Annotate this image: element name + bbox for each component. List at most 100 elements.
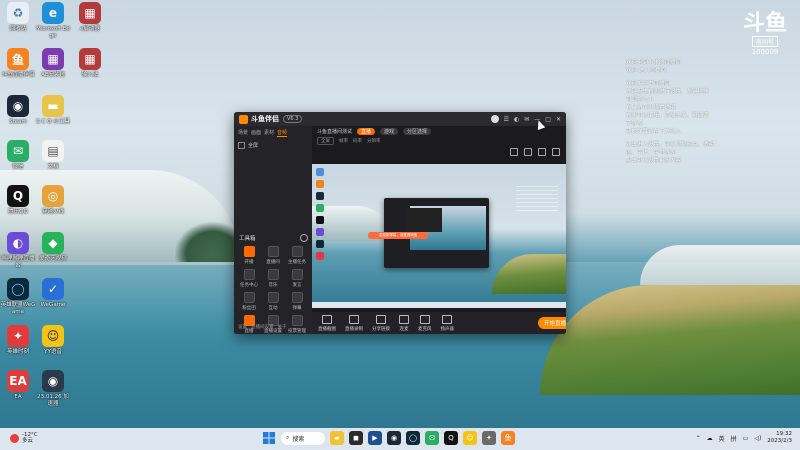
desktop-icon[interactable]: ▦ 输入法 (72, 48, 108, 79)
wechat-icon[interactable]: ✉ (425, 431, 439, 445)
live-tag[interactable]: 直播 (357, 127, 376, 135)
stream-preview[interactable]: 发现新弹幕，设置透明度 (312, 164, 566, 308)
tool-item[interactable]: 开播 (237, 246, 261, 265)
stream-setting[interactable]: 帧率 (339, 138, 348, 144)
desktop-icon[interactable]: Q 腾讯QQ (0, 185, 36, 216)
app-title: 斗鱼伴侣 (251, 115, 279, 123)
desktop-icon[interactable]: e Microsoft Edge (35, 2, 71, 40)
stream-setting[interactable]: 分辨率 (367, 138, 381, 144)
desktop-icon[interactable]: ☺ YY语音 (35, 325, 71, 356)
desktop-icon[interactable]: ▦ AE安装包 (35, 48, 71, 79)
desktop-icon[interactable]: ◎ 穿越火线 (35, 185, 71, 216)
room-title[interactable]: 斗鱼直播间测试 (317, 128, 352, 135)
tool-item[interactable]: 主播任务 (285, 246, 309, 265)
action-button[interactable]: 直播录制 (345, 314, 363, 332)
volume-icon[interactable]: ◁) (754, 435, 761, 442)
action-button[interactable]: 分享链接 (372, 314, 390, 332)
tab-1[interactable]: 画面 (251, 129, 261, 137)
tools-icon[interactable]: ✦ (482, 431, 496, 445)
checkbox-icon[interactable] (238, 142, 245, 149)
yy-icon[interactable]: ☺ (463, 431, 477, 445)
tab-3[interactable]: 音频 (277, 129, 288, 137)
stream-setting[interactable]: 全屏 (317, 136, 334, 145)
tool-item[interactable]: 投票管理 (285, 315, 309, 334)
scene-item[interactable]: 全屏 (238, 142, 308, 149)
lock-icon[interactable] (524, 148, 532, 156)
douyu-icon[interactable]: 鱼 (501, 431, 515, 445)
game-client-icon[interactable]: ◯ (406, 431, 420, 445)
file-explorer-icon[interactable]: ▰ (330, 431, 344, 445)
toolbox-settings-icon[interactable] (300, 234, 308, 242)
app-icon: ◆ (42, 232, 64, 254)
start-button[interactable] (262, 431, 276, 445)
desktop-icon[interactable]: ◉ 23.01.26 加速器 (35, 370, 71, 408)
category-select[interactable]: 分区选择 (403, 127, 432, 135)
action-button[interactable]: 直播截图 (318, 314, 336, 332)
stream-setting[interactable]: 码率 (353, 138, 362, 144)
tool-item[interactable]: 直播间 (261, 246, 285, 265)
desktop-icon[interactable]: 鱼斗鱼直播伴侣 (0, 48, 36, 79)
footer-link[interactable]: 关于 (278, 324, 287, 330)
action-button[interactable]: 扬声器 (441, 314, 454, 332)
tool-item[interactable]: 粉丝团 (237, 292, 261, 311)
skin-icon[interactable]: ◐ (514, 116, 519, 123)
cloud-icon[interactable]: ☁ (707, 435, 713, 442)
weather-icon (10, 433, 19, 443)
start-live-button[interactable]: 开始直播 (537, 317, 566, 329)
mail-icon[interactable]: ✉ (524, 116, 529, 123)
category-tag[interactable]: 游戏 (380, 127, 399, 135)
tab-2[interactable]: 素材 (264, 129, 274, 137)
taskbar-search[interactable]: ⌕ 搜索 (281, 431, 325, 445)
desktop-icon[interactable]: ▤ 文档 (35, 140, 71, 171)
network-icon[interactable]: ▭ (743, 435, 749, 442)
tool-item[interactable]: 互动 (261, 292, 285, 311)
refresh-icon[interactable] (510, 148, 518, 156)
share-icon[interactable] (552, 148, 560, 156)
steam-icon[interactable]: ◉ (387, 431, 401, 445)
preview-popup[interactable]: 发现新弹幕，设置透明度 (368, 232, 428, 239)
close-icon[interactable]: ✕ (556, 116, 561, 123)
grid-icon[interactable] (538, 148, 546, 156)
footer-link[interactable]: 直播间设置 (251, 324, 274, 330)
desktop-icon[interactable]: ✦ 英雄时刻 (0, 325, 36, 356)
desktop-icon[interactable]: ◉ Steam (0, 95, 36, 126)
qq-icon[interactable]: Q (444, 431, 458, 445)
desktop-icon[interactable]: EA EA (0, 370, 36, 401)
action-button[interactable]: 麦克风 (418, 314, 432, 332)
tool-label: 投票管理 (288, 329, 306, 334)
taskbar: -12°C 多云 ⌕ 搜索 ▰ ◼ ▶ ◉ ◯ ✉ Q ☺ ✦ 鱼 ⌃ ☁ 英 拼 ▭ ◁) 19… (0, 428, 800, 450)
user-avatar[interactable] (490, 115, 499, 123)
footer-link[interactable]: 设置 (238, 324, 247, 330)
main-area: 斗鱼直播间测试 直播 游戏 分区选择 全屏 帧率 码率 分辨率 发现新弹幕，设置… (312, 126, 566, 334)
tab-0[interactable]: 场景 (238, 129, 248, 137)
desktop-icon[interactable]: ▬ S C O 小工具 (35, 95, 71, 126)
desktop-icon[interactable]: ✓ WeGame (35, 278, 71, 309)
desktop-icon[interactable]: ◆ 爱奇艺视频 (35, 232, 71, 263)
chevron-up-icon[interactable]: ⌃ (696, 435, 701, 442)
tool-item[interactable]: 任务中心 (237, 269, 261, 288)
app-titlebar[interactable]: 斗鱼伴侣 V6.3 ☰ ◐ ✉ — □ ✕ (234, 112, 566, 126)
desktop-icon-label: e启动器 (80, 26, 100, 32)
desktop-icon[interactable]: ◯ 英雄联盟WeGame (0, 278, 36, 316)
tool-item[interactable]: 音乐 (261, 269, 285, 288)
weather-widget[interactable]: -12°C 多云 (10, 432, 38, 444)
tool-icon (243, 292, 255, 303)
streaming-app-window[interactable]: 斗鱼伴侣 V6.3 ☰ ◐ ✉ — □ ✕ 场景 画面 素材 音频 全屏 工具箱 开播… (234, 112, 566, 334)
chat-line: 右上角可以设置透明 (626, 105, 676, 111)
desktop-icon[interactable]: ✉ 微信 (0, 140, 36, 171)
store-icon[interactable]: ◼ (349, 431, 363, 445)
maximize-icon[interactable]: □ (545, 116, 551, 123)
ime-indicator[interactable]: 英 (719, 434, 725, 443)
clock[interactable]: 19:32 2023/2/3 (767, 431, 792, 445)
tool-item[interactable]: 发言 (285, 269, 309, 288)
ime-mode-indicator[interactable]: 拼 (731, 434, 737, 443)
menu-icon[interactable]: ☰ (504, 116, 509, 123)
app-icon: ◎ (42, 185, 64, 207)
desktop-icon[interactable]: ◐ 哔哩哔哩直播姬 (0, 232, 36, 270)
tool-item[interactable]: 弹幕 (285, 292, 309, 311)
desktop-icon[interactable]: ♻ 回收站 (0, 2, 36, 33)
action-button[interactable]: 连麦 (399, 314, 409, 332)
desktop-icon-label: WeGame (40, 302, 66, 308)
desktop-icon[interactable]: ▦ e启动器 (72, 2, 108, 33)
media-icon[interactable]: ▶ (368, 431, 382, 445)
